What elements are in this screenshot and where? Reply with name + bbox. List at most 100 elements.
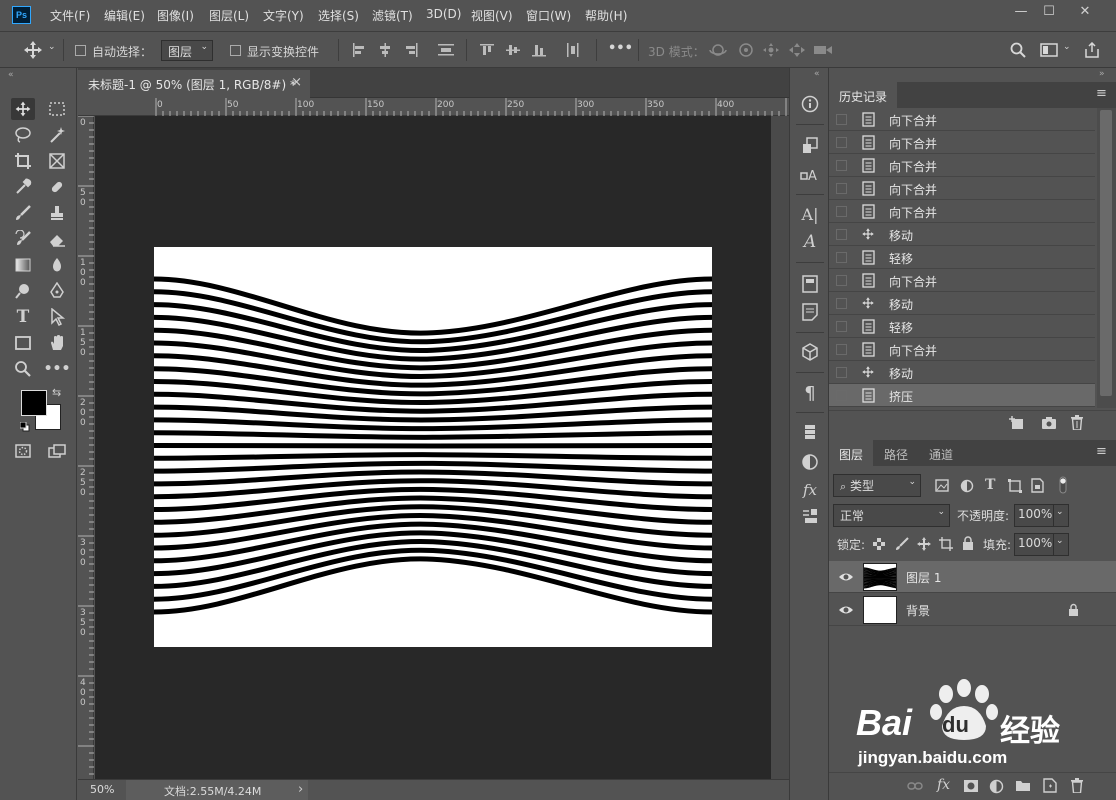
type-tool-icon[interactable]: T: [11, 306, 35, 328]
status-menu-arrow[interactable]: ›: [298, 782, 303, 797]
glyph-swap-icon[interactable]: A: [790, 162, 830, 186]
document-tab[interactable]: 未标题-1 @ 50% (图层 1, RGB/8#) * ×: [78, 70, 310, 98]
layer-name[interactable]: 背景: [906, 602, 930, 619]
swap-colors-icon[interactable]: ⇆: [52, 386, 61, 399]
history-item[interactable]: 挤压: [829, 384, 1095, 407]
menu-select[interactable]: 选择(S): [318, 7, 359, 24]
lasso-tool-icon[interactable]: [11, 124, 35, 146]
photoshop-logo[interactable]: Ps: [12, 6, 31, 24]
gradient-tool-icon[interactable]: [11, 254, 35, 276]
filter-toggle-icon[interactable]: [1059, 476, 1067, 494]
healing-brush-icon[interactable]: [45, 176, 69, 198]
clone-stamp-icon[interactable]: [45, 202, 69, 224]
show-transform-checkbox[interactable]: [230, 45, 241, 56]
rectangle-tool-icon[interactable]: [11, 332, 35, 354]
new-document-from-state-icon[interactable]: [1008, 416, 1024, 430]
vertical-scrollbar[interactable]: [771, 116, 789, 779]
edit-toolbar-icon[interactable]: •••: [44, 358, 71, 380]
new-layer-icon[interactable]: [1043, 778, 1057, 793]
3d-roll-icon[interactable]: [737, 42, 755, 58]
filter-smart-object-icon[interactable]: [1031, 478, 1044, 493]
visibility-eye-icon[interactable]: [838, 570, 854, 584]
align-top-icon[interactable]: [480, 43, 494, 57]
layer-name[interactable]: 图层 1: [906, 569, 941, 586]
layer-style-fx-icon[interactable]: fx: [937, 777, 950, 793]
history-item[interactable]: 轻移: [829, 315, 1095, 338]
menu-image[interactable]: 图像(I): [157, 7, 194, 24]
chevron-down-icon[interactable]: ⌄: [1053, 504, 1069, 527]
tab-channels[interactable]: 通道: [919, 440, 963, 466]
filter-adjustment-icon[interactable]: [960, 479, 974, 493]
frame-tool-icon[interactable]: [45, 150, 69, 172]
fill-input[interactable]: 100%: [1014, 533, 1054, 556]
history-snapshot-checkbox[interactable]: [836, 344, 847, 355]
align-right-icon[interactable]: [404, 43, 418, 57]
3d-slide-icon[interactable]: [788, 42, 806, 58]
filter-pixel-icon[interactable]: [935, 479, 949, 492]
minimize-button[interactable]: —: [1008, 3, 1034, 21]
search-icon[interactable]: [1010, 42, 1026, 58]
blur-tool-icon[interactable]: [45, 254, 69, 276]
crop-tool-icon[interactable]: [11, 150, 35, 172]
distribute-icon[interactable]: [438, 43, 454, 57]
paragraph-panel-icon[interactable]: ¶: [790, 381, 830, 405]
chevron-down-icon[interactable]: ⌄: [1053, 533, 1069, 556]
filter-type-icon[interactable]: T: [985, 477, 995, 493]
filter-shape-icon[interactable]: [1008, 479, 1022, 493]
share-icon[interactable]: [1084, 42, 1100, 58]
pen-tool-icon[interactable]: [45, 280, 69, 302]
layer-filter-dropdown[interactable]: ⌕ 类型 ⌄: [833, 474, 921, 497]
channels-stack-icon[interactable]: [790, 420, 830, 444]
brush-tool-icon[interactable]: [11, 202, 35, 224]
history-snapshot-checkbox[interactable]: [836, 321, 847, 332]
document-canvas[interactable]: [153, 247, 713, 647]
lock-artboard-icon[interactable]: [939, 537, 953, 551]
styles-fx-icon[interactable]: fx: [790, 478, 830, 502]
paths-panel-icon[interactable]: [790, 504, 830, 528]
panel-menu-icon[interactable]: ≡: [1096, 444, 1107, 459]
lock-transparent-icon[interactable]: [873, 538, 885, 550]
lock-position-icon[interactable]: [917, 537, 931, 551]
maximize-button[interactable]: ☐: [1036, 3, 1062, 21]
align-center-icon[interactable]: [378, 43, 392, 57]
screen-mode-icon[interactable]: [45, 440, 69, 462]
history-scrollbar[interactable]: [1097, 108, 1116, 408]
layer-row[interactable]: 图层 1: [829, 561, 1116, 593]
delete-layer-trash-icon[interactable]: [1070, 778, 1084, 793]
glyphs-panel-icon[interactable]: A: [790, 230, 830, 254]
history-snapshot-checkbox[interactable]: [836, 390, 847, 401]
history-snapshot-checkbox[interactable]: [836, 367, 847, 378]
chevron-down-icon[interactable]: ⌄: [48, 42, 56, 52]
menu-layer[interactable]: 图层(L): [209, 7, 249, 24]
align-middle-icon[interactable]: [506, 43, 520, 57]
history-item[interactable]: 移动: [829, 223, 1095, 246]
lock-all-icon[interactable]: [962, 536, 974, 550]
marquee-tool-icon[interactable]: [45, 98, 69, 120]
zoom-tool-icon[interactable]: [11, 358, 35, 380]
workspace-icon[interactable]: [1040, 43, 1058, 57]
add-mask-icon[interactable]: [963, 779, 979, 793]
history-snapshot-checkbox[interactable]: [836, 229, 847, 240]
menu-edit[interactable]: 编辑(E): [104, 7, 145, 24]
foreground-color-swatch[interactable]: [21, 390, 47, 416]
collapse-strip-icon[interactable]: «: [814, 69, 820, 79]
history-item[interactable]: 移动: [829, 361, 1095, 384]
history-snapshot-checkbox[interactable]: [836, 275, 847, 286]
info-icon[interactable]: [790, 92, 830, 116]
lock-pixels-brush-icon[interactable]: [895, 537, 909, 551]
quick-mask-icon[interactable]: [11, 440, 35, 462]
history-snapshot-checkbox[interactable]: [836, 298, 847, 309]
group-folder-icon[interactable]: [1015, 779, 1031, 792]
history-item[interactable]: 向下合并: [829, 200, 1095, 223]
auto-select-target-dropdown[interactable]: 图层 ⌄: [161, 40, 213, 61]
blend-mode-dropdown[interactable]: 正常 ⌄: [833, 504, 950, 527]
menu-3d[interactable]: 3D(D): [426, 7, 461, 21]
align-left-icon[interactable]: [352, 43, 366, 57]
close-tab-icon[interactable]: ×: [291, 75, 302, 90]
3d-pan-icon[interactable]: [762, 42, 780, 58]
eyedropper-icon[interactable]: [11, 176, 35, 198]
collapse-panel-icon[interactable]: »: [1099, 69, 1105, 79]
history-item[interactable]: 向下合并: [829, 338, 1095, 361]
distribute-vertical-icon[interactable]: [566, 43, 580, 57]
more-options-button[interactable]: •••: [608, 41, 633, 56]
